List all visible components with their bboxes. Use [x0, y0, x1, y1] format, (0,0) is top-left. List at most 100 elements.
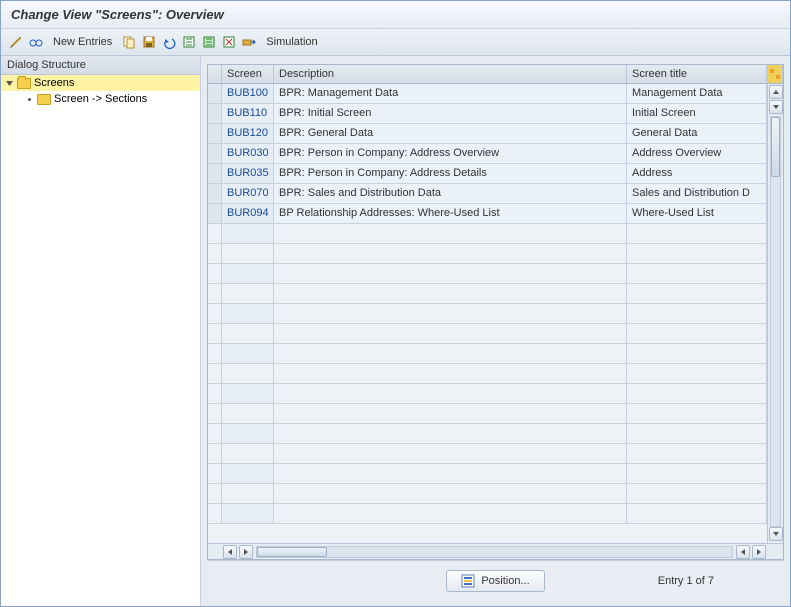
table-row[interactable]: BUR030BPR: Person in Company: Address Ov… [208, 144, 767, 164]
row-selector[interactable] [208, 204, 222, 224]
cell-title[interactable]: Address [627, 164, 767, 184]
cell-title [627, 424, 767, 444]
tree-node-screens[interactable]: Screens [1, 75, 200, 91]
cell-description [274, 504, 627, 524]
cell-title [627, 364, 767, 384]
cell-title[interactable]: Where-Used List [627, 204, 767, 224]
horizontal-scrollbar[interactable] [208, 543, 783, 559]
collapse-icon[interactable] [5, 79, 14, 88]
cell-title[interactable]: Address Overview [627, 144, 767, 164]
row-selector[interactable] [208, 84, 222, 104]
row-selector [208, 404, 222, 424]
table-row[interactable]: BUB110BPR: Initial ScreenInitial Screen [208, 104, 767, 124]
table-row-empty [208, 324, 767, 344]
hscroll-thumb[interactable] [257, 547, 327, 557]
cell-title [627, 504, 767, 524]
row-selector [208, 324, 222, 344]
copy-icon[interactable] [120, 33, 138, 51]
cell-title[interactable]: Sales and Distribution D [627, 184, 767, 204]
scroll-right-icon[interactable] [239, 545, 253, 559]
row-selector [208, 484, 222, 504]
row-selector [208, 504, 222, 524]
row-selector[interactable] [208, 124, 222, 144]
toggle-display-change-icon[interactable] [7, 33, 25, 51]
table-settings-icon[interactable] [767, 65, 783, 83]
delete-icon[interactable] [220, 33, 238, 51]
select-all-icon[interactable] [180, 33, 198, 51]
undo-icon[interactable] [160, 33, 178, 51]
scroll-down2-icon[interactable] [769, 527, 783, 541]
table-row[interactable]: BUR070BPR: Sales and Distribution DataSa… [208, 184, 767, 204]
cell-screen [222, 364, 274, 384]
entry-counter: Entry 1 of 7 [658, 575, 714, 587]
cell-screen [222, 244, 274, 264]
row-selector[interactable] [208, 164, 222, 184]
row-selector[interactable] [208, 184, 222, 204]
cell-description[interactable]: BP Relationship Addresses: Where-Used Li… [274, 204, 627, 224]
cell-description[interactable]: BPR: Initial Screen [274, 104, 627, 124]
cell-screen[interactable]: BUR030 [222, 144, 274, 164]
cell-screen [222, 344, 274, 364]
cell-description [274, 364, 627, 384]
cell-screen[interactable]: BUB120 [222, 124, 274, 144]
new-entries-button[interactable]: New Entries [47, 36, 118, 48]
position-icon [461, 574, 475, 588]
cell-screen[interactable]: BUB110 [222, 104, 274, 124]
column-screen[interactable]: Screen [222, 65, 274, 83]
cell-title [627, 224, 767, 244]
row-selector [208, 304, 222, 324]
cell-title [627, 444, 767, 464]
scroll-left-icon[interactable] [223, 545, 237, 559]
table-row[interactable]: BUB100BPR: Management DataManagement Dat… [208, 84, 767, 104]
transport-icon[interactable] [240, 33, 258, 51]
table-row-empty [208, 364, 767, 384]
select-all-column[interactable] [208, 65, 222, 83]
scroll-left2-icon[interactable] [736, 545, 750, 559]
bullet-icon [25, 95, 34, 104]
position-button[interactable]: Position... [446, 570, 544, 592]
cell-description[interactable]: BPR: Management Data [274, 84, 627, 104]
scroll-thumb[interactable] [771, 117, 780, 177]
table-row-empty [208, 484, 767, 504]
glasses-icon[interactable] [27, 33, 45, 51]
tree-node-sections[interactable]: Screen -> Sections [1, 91, 200, 107]
save-icon[interactable] [140, 33, 158, 51]
body: Dialog Structure Screens Screen -> Secti… [1, 56, 790, 606]
table-row[interactable]: BUR035BPR: Person in Company: Address De… [208, 164, 767, 184]
vertical-scrollbar[interactable] [767, 84, 783, 543]
row-selector [208, 464, 222, 484]
cell-title[interactable]: General Data [627, 124, 767, 144]
row-selector [208, 264, 222, 284]
cell-screen[interactable]: BUR070 [222, 184, 274, 204]
cell-title [627, 244, 767, 264]
row-selector [208, 444, 222, 464]
cell-screen[interactable]: BUB100 [222, 84, 274, 104]
simulation-button[interactable]: Simulation [260, 36, 323, 48]
table-row-empty [208, 424, 767, 444]
grid-rows: BUB100BPR: Management DataManagement Dat… [208, 84, 767, 543]
cell-title[interactable]: Management Data [627, 84, 767, 104]
tree-header: Dialog Structure [1, 56, 200, 75]
column-title[interactable]: Screen title [627, 65, 767, 83]
scroll-right2-icon[interactable] [752, 545, 766, 559]
scroll-up-icon[interactable] [769, 85, 783, 99]
cell-description[interactable]: BPR: General Data [274, 124, 627, 144]
row-selector [208, 384, 222, 404]
cell-title[interactable]: Initial Screen [627, 104, 767, 124]
scroll-down-icon[interactable] [769, 100, 783, 114]
cell-description[interactable]: BPR: Person in Company: Address Details [274, 164, 627, 184]
cell-description[interactable]: BPR: Sales and Distribution Data [274, 184, 627, 204]
row-selector[interactable] [208, 144, 222, 164]
cell-description [274, 344, 627, 364]
deselect-all-icon[interactable] [200, 33, 218, 51]
cell-description [274, 384, 627, 404]
table-row[interactable]: BUR094BP Relationship Addresses: Where-U… [208, 204, 767, 224]
cell-screen[interactable]: BUR035 [222, 164, 274, 184]
row-selector [208, 424, 222, 444]
cell-description[interactable]: BPR: Person in Company: Address Overview [274, 144, 627, 164]
cell-screen[interactable]: BUR094 [222, 204, 274, 224]
table-row[interactable]: BUB120BPR: General DataGeneral Data [208, 124, 767, 144]
column-description[interactable]: Description [274, 65, 627, 83]
row-selector[interactable] [208, 104, 222, 124]
cell-screen [222, 304, 274, 324]
